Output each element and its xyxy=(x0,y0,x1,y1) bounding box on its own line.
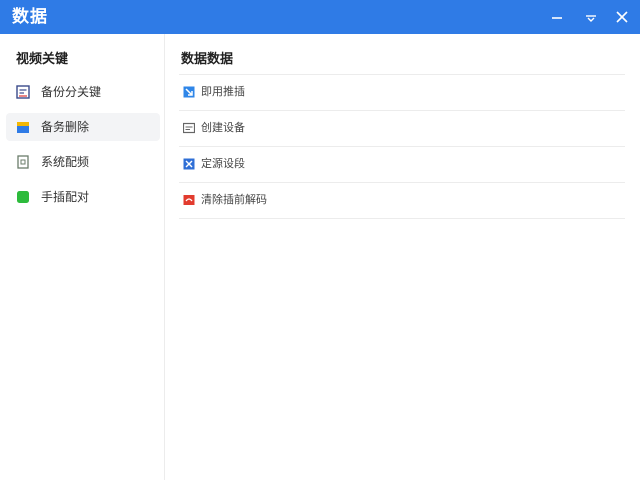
sidebar-item-pairing[interactable]: 手插配对 xyxy=(6,183,160,211)
list-item[interactable]: 定源设段 xyxy=(179,147,625,183)
device-icon xyxy=(183,122,195,134)
sidebar-heading: 视频关键 xyxy=(16,52,69,67)
title-bar: 数据 xyxy=(0,0,640,34)
green-square-icon xyxy=(17,191,29,203)
close-icon xyxy=(616,11,628,23)
main-panel: 数据数据 即用推插 创建设备 定源设段 清除插前解码 xyxy=(165,34,640,480)
list-item[interactable]: 创建设备 xyxy=(179,111,625,147)
close-button[interactable] xyxy=(611,7,633,27)
list-item-label: 创建设备 xyxy=(201,121,245,134)
minimize-icon xyxy=(552,17,562,19)
chevron-down-icon xyxy=(586,15,596,22)
minimize-button[interactable] xyxy=(546,7,568,27)
list-item-label: 清除插前解码 xyxy=(201,193,267,206)
sidebar-item-label: 系统配频 xyxy=(41,155,90,169)
sidebar-item-delete[interactable]: 备务删除 xyxy=(6,113,160,141)
list-item-label: 定源设段 xyxy=(201,157,245,170)
sidebar-item-backup[interactable]: 备份分关键 xyxy=(6,78,160,106)
red-card-icon xyxy=(183,195,195,205)
arrow-box-icon xyxy=(183,86,195,98)
sidebar-item-system-config[interactable]: 系统配频 xyxy=(6,148,160,176)
sidebar: 视频关键 备份分关键 备务删除 系统配频 手插配对 xyxy=(0,34,165,480)
folder-icon xyxy=(17,122,29,133)
window-title: 数据 xyxy=(12,7,48,27)
collapse-button[interactable] xyxy=(580,7,602,27)
sidebar-item-label: 备份分关键 xyxy=(41,85,102,99)
shrink-arrows-icon xyxy=(183,158,195,170)
file-icon xyxy=(17,155,29,169)
list-item-label: 即用推插 xyxy=(201,85,245,98)
document-chart-icon xyxy=(16,85,30,99)
main-heading: 数据数据 xyxy=(181,52,234,67)
list-item[interactable]: 即用推插 xyxy=(179,75,625,111)
app-window: 数据 视频关键 备份分关键 备务删除 系统配频 手插配对 数据数据 即用推插 创… xyxy=(0,0,640,480)
sidebar-item-label: 备务删除 xyxy=(41,120,90,134)
sidebar-item-label: 手插配对 xyxy=(41,190,90,204)
list-item[interactable]: 清除插前解码 xyxy=(179,183,625,219)
